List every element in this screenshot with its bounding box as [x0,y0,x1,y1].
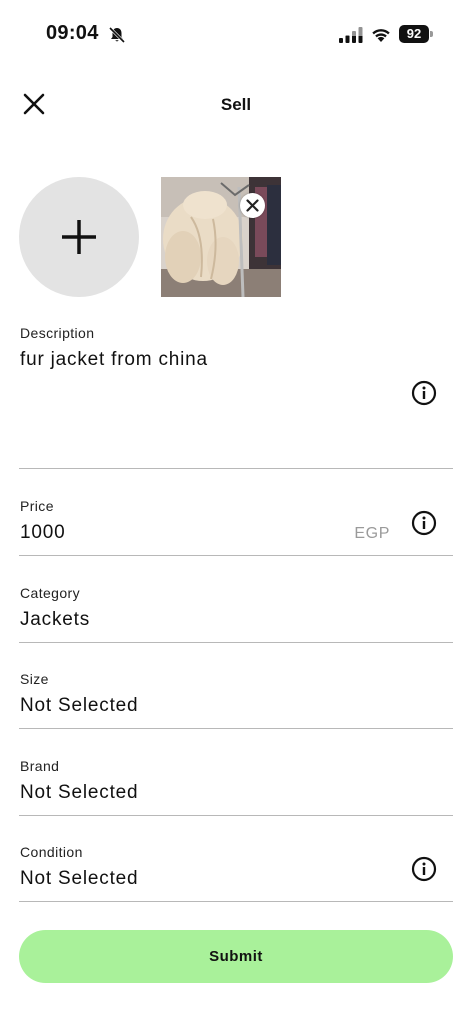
description-field[interactable]: Description fur jacket from china [19,322,453,469]
signal-icon [339,27,363,43]
remove-photo-button[interactable] [240,193,265,218]
category-value: Jackets [20,609,91,630]
description-input[interactable]: fur jacket from china [20,349,208,371]
photo-thumbnail[interactable] [161,177,281,297]
brand-value: Not Selected [20,782,139,803]
currency-label: EGP [354,525,390,542]
brand-field[interactable]: Brand Not Selected [19,755,453,816]
price-label: Price [20,498,54,514]
price-field[interactable]: Price 1000 EGP [19,495,453,556]
plus-icon [62,220,96,254]
brand-label: Brand [20,758,60,774]
size-value: Not Selected [20,695,139,716]
condition-label: Condition [20,844,83,860]
status-time: 09:04 [46,22,99,44]
add-photo-button[interactable] [19,177,139,297]
category-field[interactable]: Category Jackets [19,582,453,643]
page-title: Sell [220,95,252,114]
battery-icon: 92 [399,25,433,43]
info-icon[interactable] [411,856,437,882]
fur-jacket-photo [161,177,281,297]
wifi-icon [372,29,390,42]
battery-level: 92 [399,25,429,43]
info-icon[interactable] [411,510,437,536]
bell-off-icon [108,26,126,44]
description-label: Description [20,325,95,341]
status-bar: 09:04 92 [0,0,472,70]
size-field[interactable]: Size Not Selected [19,668,453,729]
condition-value: Not Selected [20,868,139,889]
price-input[interactable]: 1000 [20,522,65,544]
condition-field[interactable]: Condition Not Selected [19,841,453,902]
size-label: Size [20,671,49,687]
info-icon[interactable] [411,380,437,406]
close-icon [246,199,259,212]
submit-button[interactable]: Submit [19,930,453,983]
category-label: Category [20,585,81,601]
